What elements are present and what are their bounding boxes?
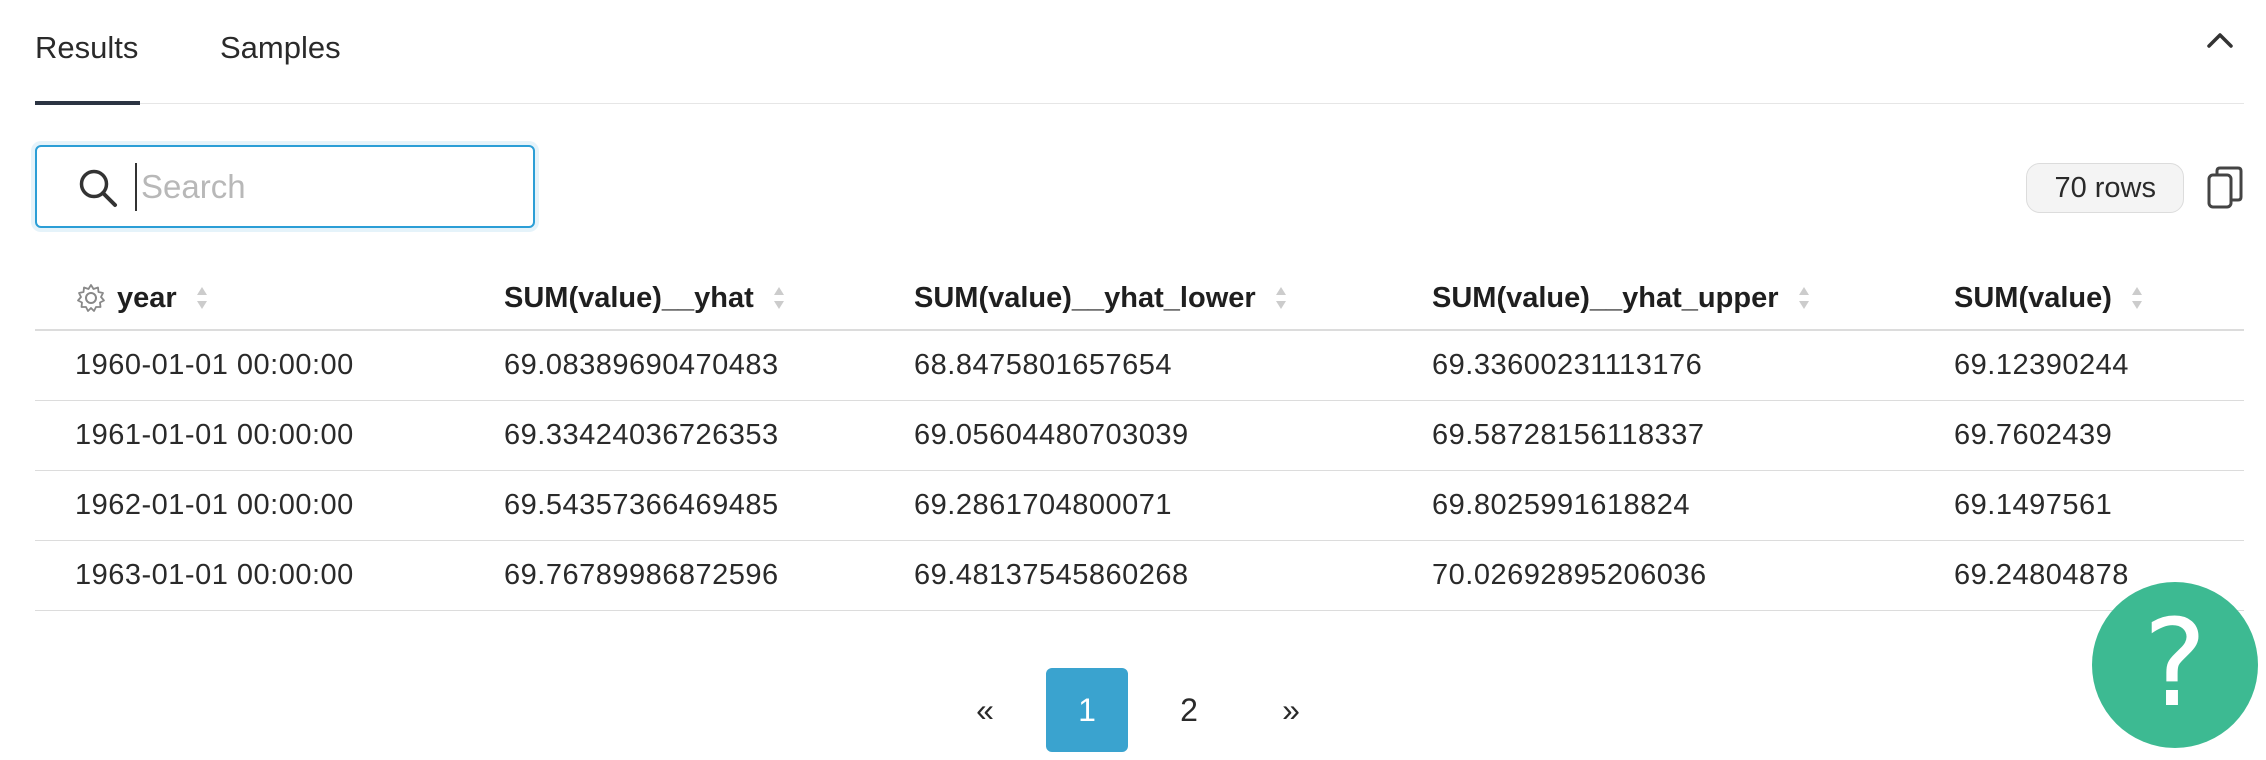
table-row: 1963-01-01 00:00:00 69.76789986872596 69… [35,541,2244,611]
column-header-year[interactable]: year [75,279,209,317]
results-table: year SUM(value)__yhat SUM(value)__yhat_l… [35,265,2244,643]
table-cell: 69.08389690470483 [504,349,779,381]
copy-icon[interactable] [2206,166,2244,210]
table-cell: 68.8475801657654 [914,349,1172,381]
sort-icon[interactable] [1274,285,1288,311]
column-label: year [117,281,177,314]
chevron-up-icon[interactable] [2201,22,2239,60]
results-panel: Results Samples 70 rows year SUM(value)_… [0,0,2266,760]
table-cell: 1962-01-01 00:00:00 [75,489,354,521]
gear-icon[interactable] [75,282,107,314]
table-cell: 69.24804878 [1954,559,2129,591]
help-button[interactable]: ? [2092,582,2258,748]
column-header-yhat-upper[interactable]: SUM(value)__yhat_upper [1432,279,1811,317]
pagination-page-2[interactable]: 2 [1148,668,1230,752]
table-cell: 69.05604480703039 [914,419,1189,451]
row-count-badge: 70 rows [2026,163,2184,213]
tab-samples-label: Samples [220,30,341,65]
table-cell: 70.02692895206036 [1432,559,1707,591]
table-cell: 69.76789986872596 [504,559,779,591]
table-cell: 69.48137545860268 [914,559,1189,591]
column-label: SUM(value) [1954,281,2112,314]
sort-icon[interactable] [1797,285,1811,311]
table-header: year SUM(value)__yhat SUM(value)__yhat_l… [35,265,2244,331]
table-row: 1962-01-01 00:00:00 69.54357366469485 69… [35,471,2244,541]
table-row: 1961-01-01 00:00:00 69.33424036726353 69… [35,401,2244,471]
tab-bar: Results Samples [35,0,2244,105]
table-row: 1960-01-01 00:00:00 69.08389690470483 68… [35,331,2244,401]
table-cell: 1961-01-01 00:00:00 [75,419,354,451]
tab-results[interactable]: Results [35,30,138,66]
table-cell: 69.33424036726353 [504,419,779,451]
column-label: SUM(value)__yhat [504,281,754,314]
column-header-yhat-lower[interactable]: SUM(value)__yhat_lower [914,279,1288,317]
column-header-yhat[interactable]: SUM(value)__yhat [504,279,786,317]
tab-samples[interactable]: Samples [220,30,341,66]
table-cell: 69.1497561 [1954,489,2113,521]
sort-icon[interactable] [2130,285,2144,311]
table-cell: 69.54357366469485 [504,489,779,521]
pagination-next-button[interactable]: » [1250,668,1332,752]
table-cell: 69.2861704800071 [914,489,1172,521]
table-cell: 69.7602439 [1954,419,2113,451]
pagination: « 1 2 » [0,668,2266,752]
column-header-value[interactable]: SUM(value) [1954,279,2144,317]
sort-icon[interactable] [195,285,209,311]
search-input[interactable] [135,163,515,211]
table-cell: 69.33600231113176 [1432,349,1703,381]
active-tab-indicator [35,101,140,105]
search-field[interactable] [35,145,535,228]
table-cell: 1960-01-01 00:00:00 [75,349,354,381]
sort-icon[interactable] [772,285,786,311]
pagination-page-1[interactable]: 1 [1046,668,1128,752]
tab-results-label: Results [35,30,139,65]
table-cell: 69.8025991618824 [1432,489,1690,521]
table-cell: 1963-01-01 00:00:00 [75,559,354,591]
column-label: SUM(value)__yhat_upper [1432,281,1779,314]
search-icon [77,167,119,209]
pagination-prev-button[interactable]: « [944,668,1026,752]
column-label: SUM(value)__yhat_lower [914,281,1256,314]
table-cell: 69.12390244 [1954,349,2129,381]
table-cell: 69.58728156118337 [1432,419,1705,451]
